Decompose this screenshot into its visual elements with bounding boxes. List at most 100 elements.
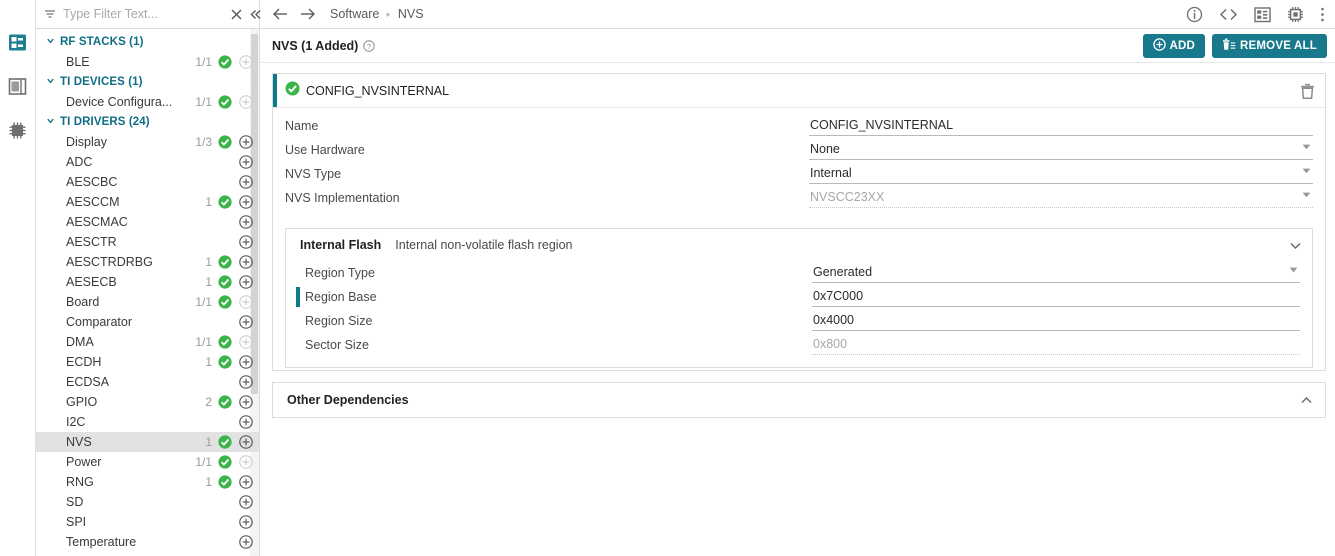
collapse-left-icon[interactable]	[249, 8, 263, 21]
tree-item-aesctr[interactable]: AESCTR	[36, 232, 259, 252]
add-instance-icon[interactable]	[239, 535, 253, 549]
instance-control-name	[809, 116, 1313, 136]
tree-item-spi[interactable]: SPI	[36, 512, 259, 532]
tree-item-aescmac[interactable]: AESCMAC	[36, 212, 259, 232]
clear-x-icon[interactable]	[230, 8, 243, 21]
instance-select-nvs-type[interactable]	[809, 166, 1313, 184]
tree-item-device-configura[interactable]: Device Configura... 1/1	[36, 92, 259, 112]
instance-row-use-hardware: Use Hardware	[273, 138, 1325, 162]
code-brackets-icon[interactable]	[1219, 7, 1238, 22]
tree-item-power[interactable]: Power 1/1	[36, 452, 259, 472]
internal-flash-select-region-type[interactable]	[812, 265, 1300, 283]
add-instance-icon[interactable]	[239, 435, 253, 449]
tree-item-gpio[interactable]: GPIO 2	[36, 392, 259, 412]
tree-item-ble[interactable]: BLE 1/1	[36, 52, 259, 72]
add-instance-icon[interactable]	[239, 275, 253, 289]
help-circle-icon[interactable]: ?	[363, 39, 376, 52]
breadcrumb-item-nvs[interactable]: NVS	[398, 7, 424, 21]
instance-control-nvs-implementation	[809, 188, 1313, 208]
tree-item-label: SPI	[66, 515, 87, 529]
software-components-icon[interactable]	[1254, 6, 1271, 23]
add-instance-icon[interactable]	[239, 375, 253, 389]
check-circle-icon	[218, 335, 232, 349]
add-instance-icon[interactable]	[239, 355, 253, 369]
instance-input-name[interactable]	[809, 118, 1313, 136]
page-title: NVS (1 Added)	[272, 38, 359, 53]
tree-item-label: Board	[66, 295, 100, 309]
add-instance-icon[interactable]	[239, 515, 253, 529]
check-circle-icon	[218, 475, 232, 489]
check-circle-icon	[218, 135, 232, 149]
tree-item-sd[interactable]: SD	[36, 492, 259, 512]
add-instance-icon[interactable]	[239, 175, 253, 189]
tree-item-count: 1/1	[195, 95, 212, 109]
add-instance-icon	[239, 295, 253, 309]
add-instance-icon[interactable]	[239, 495, 253, 509]
chip-hardware-icon[interactable]	[1287, 6, 1304, 23]
rail-button-hardware[interactable]	[3, 118, 33, 148]
tree-item-i2c[interactable]: I2C	[36, 412, 259, 432]
rail-button-table-view[interactable]	[3, 74, 33, 104]
tree-group-rf-stacks-1[interactable]: RF STACKS (1)	[36, 32, 259, 52]
tree-item-label: Temperature	[66, 535, 137, 549]
tree-item-ecdh[interactable]: ECDH 1	[36, 352, 259, 372]
arrow-right-icon[interactable]	[299, 7, 316, 21]
navigation-bar: Software ▸ NVS	[260, 0, 1335, 29]
add-instance-icon[interactable]	[239, 255, 253, 269]
add-instance-icon[interactable]	[239, 235, 253, 249]
chevron-down-icon[interactable]	[1289, 241, 1302, 250]
add-button[interactable]: ADD	[1142, 33, 1206, 58]
other-dependencies-card[interactable]: Other Dependencies	[272, 382, 1326, 418]
tree-item-rng[interactable]: RNG 1	[36, 472, 259, 492]
chevron-up-icon[interactable]	[1300, 396, 1313, 405]
trash-icon[interactable]	[1300, 83, 1315, 99]
other-dependencies-title: Other Dependencies	[287, 393, 409, 407]
add-instance-icon[interactable]	[239, 395, 253, 409]
add-instance-icon[interactable]	[239, 415, 253, 429]
arrow-left-icon[interactable]	[272, 7, 289, 21]
filter-icon[interactable]	[43, 7, 57, 21]
tree-item-aesccm[interactable]: AESCCM 1	[36, 192, 259, 212]
add-instance-icon[interactable]	[239, 195, 253, 209]
instance-label-nvs-type: NVS Type	[285, 167, 342, 181]
tree-item-temperature[interactable]: Temperature	[36, 532, 259, 552]
add-instance-icon[interactable]	[239, 215, 253, 229]
tree-item-board[interactable]: Board 1/1	[36, 292, 259, 312]
internal-flash-label-region-type: Region Type	[305, 266, 375, 280]
instance-select-use-hardware[interactable]	[809, 142, 1313, 160]
info-icon[interactable]	[1186, 6, 1203, 23]
tree-item-display[interactable]: Display 1/3	[36, 132, 259, 152]
check-circle-icon	[218, 455, 232, 469]
filter-input[interactable]	[63, 7, 224, 21]
nav-arrows	[272, 7, 316, 21]
tree-item-adc[interactable]: ADC	[36, 152, 259, 172]
add-instance-icon[interactable]	[239, 155, 253, 169]
tree-group-ti-drivers-24[interactable]: TI DRIVERS (24)	[36, 112, 259, 132]
internal-flash-input-region-base[interactable]	[812, 289, 1300, 307]
add-instance-icon[interactable]	[239, 135, 253, 149]
tree-item-nvs[interactable]: NVS 1	[36, 432, 259, 452]
filter-bar	[36, 0, 261, 29]
internal-flash-input-region-size[interactable]	[812, 313, 1300, 331]
plus-circle-icon	[1152, 37, 1166, 54]
check-circle-icon	[218, 275, 232, 289]
remove-all-button[interactable]: REMOVE ALL	[1212, 33, 1327, 58]
tree-item-ecdsa[interactable]: ECDSA	[36, 372, 259, 392]
chevron-down-icon	[45, 73, 56, 91]
icon-rail	[0, 0, 36, 556]
tree-item-aesecb[interactable]: AESECB 1	[36, 272, 259, 292]
component-tree[interactable]: RF STACKS (1) BLE 1/1 TI DEVICES (1) Device …	[36, 29, 259, 556]
tree-item-aescbc[interactable]: AESCBC	[36, 172, 259, 192]
internal-flash-row-sector-size: Sector Size	[286, 333, 1312, 357]
tree-item-label: ECDSA	[66, 375, 110, 389]
rail-button-software-components[interactable]	[3, 30, 33, 60]
breadcrumb-item-software[interactable]: Software	[330, 7, 379, 21]
tree-item-dma[interactable]: DMA 1/1	[36, 332, 259, 352]
tree-item-comparator[interactable]: Comparator	[36, 312, 259, 332]
tree-item-aesctrdrbg[interactable]: AESCTRDRBG 1	[36, 252, 259, 272]
tree-group-ti-devices-1[interactable]: TI DEVICES (1)	[36, 72, 259, 92]
add-instance-icon[interactable]	[239, 475, 253, 489]
more-vertical-icon[interactable]	[1320, 6, 1325, 23]
instance-fields: Name Use Hardware NVS Type NVS Implementati…	[273, 108, 1325, 218]
add-instance-icon[interactable]	[239, 315, 253, 329]
